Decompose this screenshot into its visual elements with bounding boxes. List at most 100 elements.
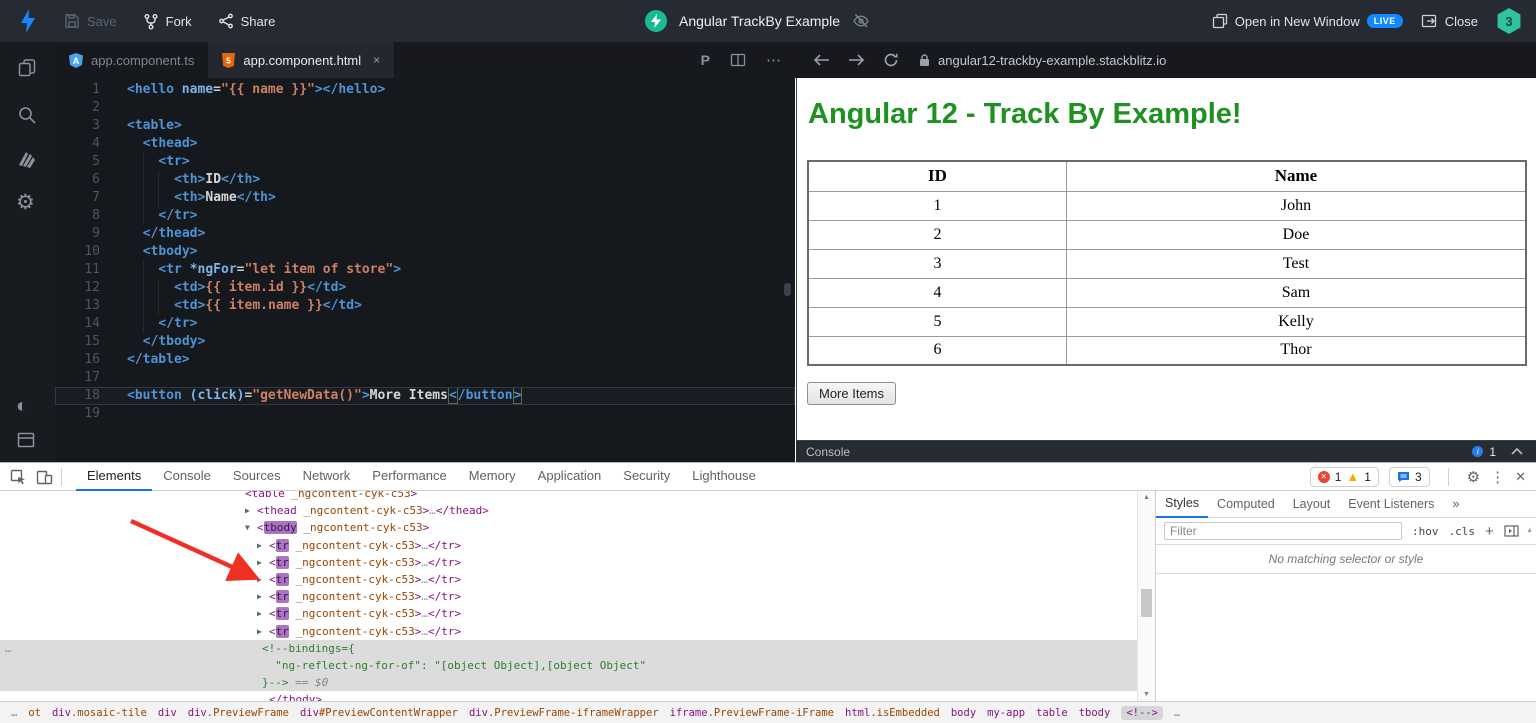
refresh-icon[interactable] bbox=[883, 52, 899, 68]
collapsed-arrow-icon[interactable]: ▶ bbox=[245, 502, 257, 519]
breadcrumb-item[interactable]: iframe.PreviewFrame-iFrame bbox=[670, 707, 834, 719]
code-line-2[interactable]: 2 bbox=[55, 99, 795, 117]
elements-scrollbar[interactable]: ▲ ▼ bbox=[1137, 491, 1155, 701]
dom-tree-node[interactable]: <table _ngcontent-cyk-c53> bbox=[0, 491, 1137, 502]
collapsed-arrow-icon[interactable]: ▶ bbox=[257, 588, 269, 605]
dom-tree-node[interactable]: ▶ <tr _ngcontent-cyk-c53>…</tr> bbox=[0, 623, 1137, 640]
styles-tab-computed[interactable]: Computed bbox=[1208, 492, 1284, 517]
breadcrumb-item[interactable]: table bbox=[1036, 707, 1068, 719]
collapsed-arrow-icon[interactable]: ▶ bbox=[257, 623, 269, 640]
code-line-13[interactable]: 13 <td>{{ item.name }}</td> bbox=[55, 297, 795, 315]
dom-tree[interactable]: <table _ngcontent-cyk-c53> ▶ <thead _ngcon… bbox=[0, 491, 1137, 701]
devtools-tab-elements[interactable]: Elements bbox=[76, 463, 153, 491]
styles-tab--[interactable]: » bbox=[1443, 492, 1468, 517]
bottom-panel-icon[interactable] bbox=[16, 431, 36, 454]
devtools-tab-console[interactable]: Console bbox=[152, 463, 222, 491]
devtools-tab-lighthouse[interactable]: Lighthouse bbox=[681, 463, 767, 491]
breadcrumb-item[interactable]: div bbox=[158, 707, 177, 719]
settings-gear-icon[interactable]: ⚙ bbox=[16, 192, 35, 213]
console-issues-badge[interactable]: ✕ 1 ▲ 1 bbox=[1309, 466, 1379, 487]
editor-scrollbar-thumb[interactable] bbox=[784, 283, 791, 296]
devtools-tab-memory[interactable]: Memory bbox=[458, 463, 527, 491]
share-button[interactable]: Share bbox=[218, 13, 275, 29]
code-line-4[interactable]: 4 <thead> bbox=[55, 135, 795, 153]
breadcrumb-item[interactable]: … bbox=[1174, 707, 1180, 719]
collapsed-arrow-icon[interactable]: ▶ bbox=[257, 537, 269, 554]
files-icon[interactable] bbox=[16, 57, 38, 84]
tab-app-component-ts[interactable]: A app.component.ts bbox=[55, 42, 208, 78]
collapsed-arrow-icon[interactable]: ▶ bbox=[257, 554, 269, 571]
dom-tree-node[interactable]: ▶ <tr _ngcontent-cyk-c53>…</tr> bbox=[0, 588, 1137, 605]
breadcrumb-item[interactable]: div.mosaic-tile bbox=[52, 707, 147, 719]
breadcrumb-item[interactable]: body bbox=[951, 707, 976, 719]
collapsed-arrow-icon[interactable]: ▶ bbox=[257, 605, 269, 622]
scroll-down-icon[interactable]: ▼ bbox=[1138, 691, 1155, 698]
dom-tree-node[interactable]: ▼ <tbody _ngcontent-cyk-c53> bbox=[0, 519, 1137, 536]
avatar[interactable]: 3 bbox=[1497, 8, 1521, 34]
code-line-11[interactable]: 11 <tr *ngFor="let item of store"> bbox=[55, 261, 795, 279]
code-line-17[interactable]: 17 bbox=[55, 369, 795, 387]
prettier-icon[interactable]: P bbox=[701, 52, 710, 68]
split-editor-icon[interactable] bbox=[730, 53, 746, 67]
messages-badge[interactable]: 3 bbox=[1388, 466, 1430, 487]
styles-tab-event-listeners[interactable]: Event Listeners bbox=[1339, 492, 1443, 517]
dom-tree-node[interactable]: ▶ <thead _ngcontent-cyk-c53>…</thead> bbox=[0, 502, 1137, 519]
devtools-tab-security[interactable]: Security bbox=[612, 463, 681, 491]
styles-tab-styles[interactable]: Styles bbox=[1156, 491, 1209, 518]
breadcrumb-item[interactable]: div#PreviewContentWrapper bbox=[300, 707, 458, 719]
editor-more-icon[interactable]: ⋯ bbox=[766, 51, 781, 69]
cls-toggle[interactable]: .cls bbox=[1449, 525, 1476, 538]
breadcrumb-item[interactable]: my-app bbox=[987, 707, 1025, 719]
close-preview-button[interactable]: Close bbox=[1421, 13, 1478, 29]
dom-tree-node[interactable]: ▶ <tr _ngcontent-cyk-c53>…</tr> bbox=[0, 571, 1137, 588]
dom-selected-node[interactable]: … <!--bindings={ "ng-reflect-ng-for-of": … bbox=[0, 639, 1137, 692]
url-bar[interactable]: angular12-trackby-example.stackblitz.io bbox=[919, 53, 1166, 68]
tab-close-icon[interactable]: × bbox=[373, 53, 380, 67]
breadcrumb-item[interactable]: … bbox=[11, 707, 17, 719]
devtools-more-icon[interactable]: ⋮ bbox=[1490, 468, 1505, 486]
code-line-18[interactable]: 18 <button (click)="getNewData()">More It… bbox=[55, 387, 795, 405]
expanded-arrow-icon[interactable]: ▼ bbox=[245, 519, 257, 536]
chevron-up-icon[interactable] bbox=[1510, 447, 1524, 456]
hov-toggle[interactable]: :hov bbox=[1412, 525, 1439, 538]
preview-console-bar[interactable]: Console i 1 bbox=[796, 440, 1536, 462]
code-line-10[interactable]: 10 <tbody> bbox=[55, 243, 795, 261]
forward-icon[interactable] bbox=[848, 53, 865, 67]
dom-tree-node[interactable]: ▶ <tr _ngcontent-cyk-c53>…</tr> bbox=[0, 537, 1137, 554]
more-items-button[interactable]: More Items bbox=[807, 382, 897, 405]
devtools-tab-performance[interactable]: Performance bbox=[361, 463, 457, 491]
inspect-element-icon[interactable] bbox=[10, 469, 26, 485]
styles-filter-input[interactable] bbox=[1164, 522, 1402, 540]
scroll-up-icon[interactable]: ▲ bbox=[1138, 494, 1155, 501]
styles-tab-layout[interactable]: Layout bbox=[1284, 492, 1340, 517]
code-line-3[interactable]: 3 <table> bbox=[55, 117, 795, 135]
code-line-1[interactable]: 1 <hello name="{{ name }}"></hello> bbox=[55, 81, 795, 99]
collapsed-arrow-icon[interactable]: ▶ bbox=[257, 571, 269, 588]
devtools-tab-application[interactable]: Application bbox=[527, 463, 613, 491]
code-line-15[interactable]: 15 </tbody> bbox=[55, 333, 795, 351]
code-line-16[interactable]: 16 </table> bbox=[55, 351, 795, 369]
breadcrumb-item[interactable]: tbody bbox=[1079, 707, 1111, 719]
styles-scroll-up-icon[interactable]: ▲ bbox=[1526, 527, 1533, 534]
code-line-12[interactable]: 12 <td>{{ item.id }}</td> bbox=[55, 279, 795, 297]
breadcrumb-item[interactable]: <!--> bbox=[1121, 705, 1163, 720]
devtools-settings-icon[interactable]: ⚙ bbox=[1467, 468, 1480, 486]
breadcrumb-item[interactable]: div.PreviewFrame bbox=[188, 707, 289, 719]
code-editor[interactable]: 1 <hello name="{{ name }}"></hello> 2 3 <tab… bbox=[55, 78, 795, 462]
eye-off-icon[interactable] bbox=[852, 13, 870, 29]
fork-button[interactable]: Fork bbox=[143, 13, 192, 30]
code-line-7[interactable]: 7 <th>Name</th> bbox=[55, 189, 795, 207]
devtools-tab-network[interactable]: Network bbox=[292, 463, 362, 491]
devtools-tab-sources[interactable]: Sources bbox=[222, 463, 292, 491]
toggle-sidebar-icon[interactable] bbox=[1504, 525, 1519, 537]
search-icon[interactable] bbox=[16, 104, 38, 131]
code-line-5[interactable]: 5 <tr> bbox=[55, 153, 795, 171]
dom-tree-node[interactable]: ▶ <tr _ngcontent-cyk-c53>…</tr> bbox=[0, 554, 1137, 571]
save-button[interactable]: Save bbox=[64, 13, 117, 29]
back-icon[interactable] bbox=[813, 53, 830, 67]
open-in-new-window-button[interactable]: Open in New Window LIVE bbox=[1212, 13, 1403, 29]
new-style-rule-icon[interactable]: + bbox=[1485, 523, 1494, 540]
tab-app-component-html[interactable]: 5 app.component.html × bbox=[208, 42, 395, 78]
collections-icon[interactable] bbox=[16, 149, 38, 176]
breadcrumb-item[interactable]: ot bbox=[28, 707, 41, 719]
